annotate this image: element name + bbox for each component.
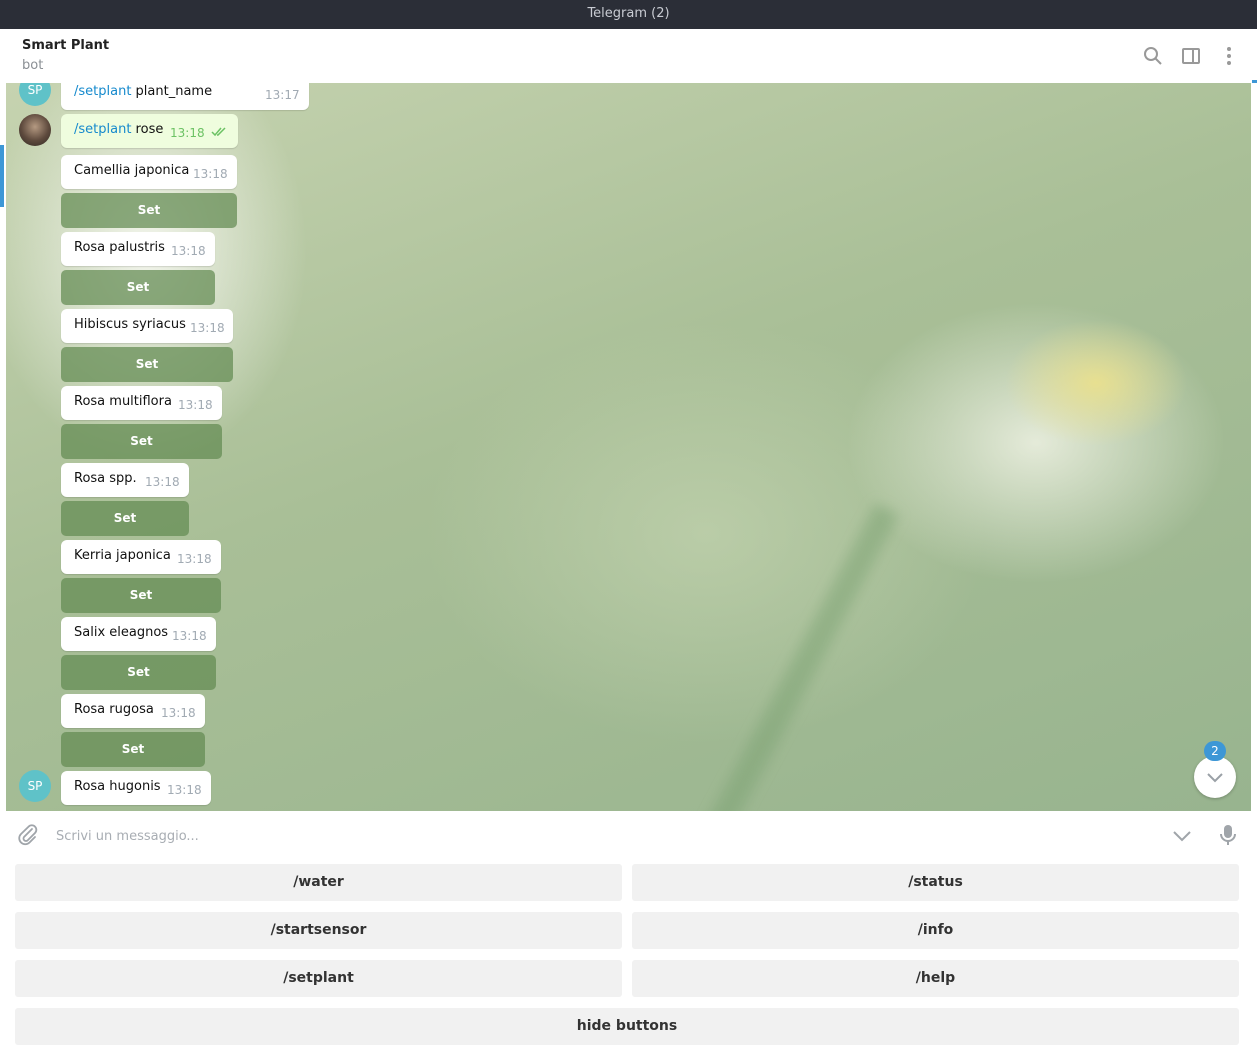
message-input[interactable] bbox=[54, 823, 1158, 849]
keyboard-button-setplant[interactable]: /setplant bbox=[15, 960, 622, 997]
inline-set-button[interactable]: Set bbox=[61, 732, 205, 767]
chevron-down-icon[interactable] bbox=[1170, 824, 1194, 848]
avatar[interactable]: SP bbox=[19, 83, 51, 106]
message-text: Kerria japonica bbox=[74, 548, 171, 563]
right-panel-indicator bbox=[1252, 80, 1257, 83]
message-time: 13:18 bbox=[170, 126, 205, 140]
inline-set-button[interactable]: Set bbox=[61, 655, 216, 690]
chevron-down-icon bbox=[1207, 773, 1223, 783]
outgoing-message-bubble[interactable]: /setplant rose 13:18 bbox=[61, 114, 238, 148]
avatar[interactable] bbox=[19, 114, 51, 146]
message-bubble[interactable]: Rosa multiflora 13:18 bbox=[61, 386, 222, 420]
message-time: 13:18 bbox=[193, 167, 228, 181]
message-time: 13:17 bbox=[265, 88, 300, 102]
message-bubble[interactable]: Rosa palustris 13:18 bbox=[61, 232, 215, 266]
message-time: 13:18 bbox=[171, 244, 206, 258]
double-check-icon bbox=[211, 127, 226, 137]
message-bubble[interactable]: Camellia japonica 13:18 bbox=[61, 155, 237, 189]
keyboard-button-help[interactable]: /help bbox=[632, 960, 1239, 997]
keyboard-button-info[interactable]: /info bbox=[632, 912, 1239, 949]
message-time: 13:18 bbox=[145, 475, 180, 489]
chat-history[interactable]: SP /setplant plant_name 13:17 /setplant … bbox=[6, 83, 1251, 811]
bot-command-link[interactable]: /setplant bbox=[74, 84, 131, 99]
message-text: Hibiscus syriacus bbox=[74, 317, 186, 332]
search-icon[interactable] bbox=[1142, 45, 1164, 67]
message-composer bbox=[6, 811, 1251, 859]
message-bubble[interactable]: Hibiscus syriacus 13:18 bbox=[61, 309, 233, 343]
message-text: Rosa hugonis bbox=[74, 779, 161, 794]
unread-count-badge: 2 bbox=[1204, 741, 1226, 761]
microphone-icon[interactable] bbox=[1216, 823, 1240, 847]
hide-buttons-button[interactable]: hide buttons bbox=[15, 1008, 1239, 1045]
keyboard-button-water[interactable]: /water bbox=[15, 864, 622, 901]
message-bubble[interactable]: Salix eleagnos 13:18 bbox=[61, 617, 216, 651]
window-titlebar: Telegram (2) bbox=[0, 0, 1257, 29]
scroll-to-bottom-button[interactable] bbox=[1194, 756, 1236, 798]
message-text: Rosa rugosa bbox=[74, 702, 154, 717]
message-text: plant_name bbox=[131, 84, 213, 99]
keyboard-button-status[interactable]: /status bbox=[632, 864, 1239, 901]
inline-set-button[interactable]: Set bbox=[61, 501, 189, 536]
avatar[interactable]: SP bbox=[19, 770, 51, 802]
chat-header: Smart Plant bot bbox=[6, 29, 1251, 84]
message-text: Salix eleagnos bbox=[74, 625, 169, 640]
message-text: Camellia japonica bbox=[74, 163, 190, 178]
bot-reply-keyboard: /water /status /startsensor /info /setpl… bbox=[6, 859, 1251, 1051]
message-text: Rosa palustris bbox=[74, 240, 165, 255]
more-vert-icon[interactable] bbox=[1218, 45, 1240, 67]
message-time: 13:18 bbox=[167, 783, 202, 797]
inline-set-button[interactable]: Set bbox=[61, 270, 215, 305]
active-dialog-indicator bbox=[0, 145, 4, 207]
message-time: 13:18 bbox=[172, 629, 207, 643]
inline-set-button[interactable]: Set bbox=[61, 193, 237, 228]
chat-title[interactable]: Smart Plant bbox=[22, 38, 109, 53]
message-time: 13:18 bbox=[177, 552, 212, 566]
window-title: Telegram (2) bbox=[587, 6, 670, 21]
message-text: Rosa spp. bbox=[74, 471, 137, 486]
bot-command-link[interactable]: /setplant bbox=[74, 122, 131, 137]
message-time: 13:18 bbox=[178, 398, 213, 412]
inline-set-button[interactable]: Set bbox=[61, 578, 221, 613]
right-panel-edge bbox=[1251, 29, 1257, 1051]
inline-set-button[interactable]: Set bbox=[61, 347, 233, 382]
attach-icon[interactable] bbox=[16, 823, 40, 847]
message-text: Rosa multiflora bbox=[74, 394, 172, 409]
message-text: rose bbox=[131, 122, 164, 137]
message-bubble[interactable]: Rosa rugosa 13:18 bbox=[61, 694, 205, 728]
message-bubble[interactable]: /setplant plant_name 13:17 bbox=[61, 83, 309, 110]
chat-subtitle: bot bbox=[22, 58, 44, 73]
message-bubble[interactable]: Kerria japonica 13:18 bbox=[61, 540, 221, 574]
background-flower-stem bbox=[678, 503, 899, 811]
message-time: 13:18 bbox=[190, 321, 225, 335]
sidebar-toggle-icon[interactable] bbox=[1180, 45, 1202, 67]
keyboard-button-startsensor[interactable]: /startsensor bbox=[15, 912, 622, 949]
message-time: 13:18 bbox=[161, 706, 196, 720]
message-bubble[interactable]: Rosa hugonis 13:18 bbox=[61, 771, 211, 805]
inline-set-button[interactable]: Set bbox=[61, 424, 222, 459]
message-bubble[interactable]: Rosa spp. 13:18 bbox=[61, 463, 189, 497]
